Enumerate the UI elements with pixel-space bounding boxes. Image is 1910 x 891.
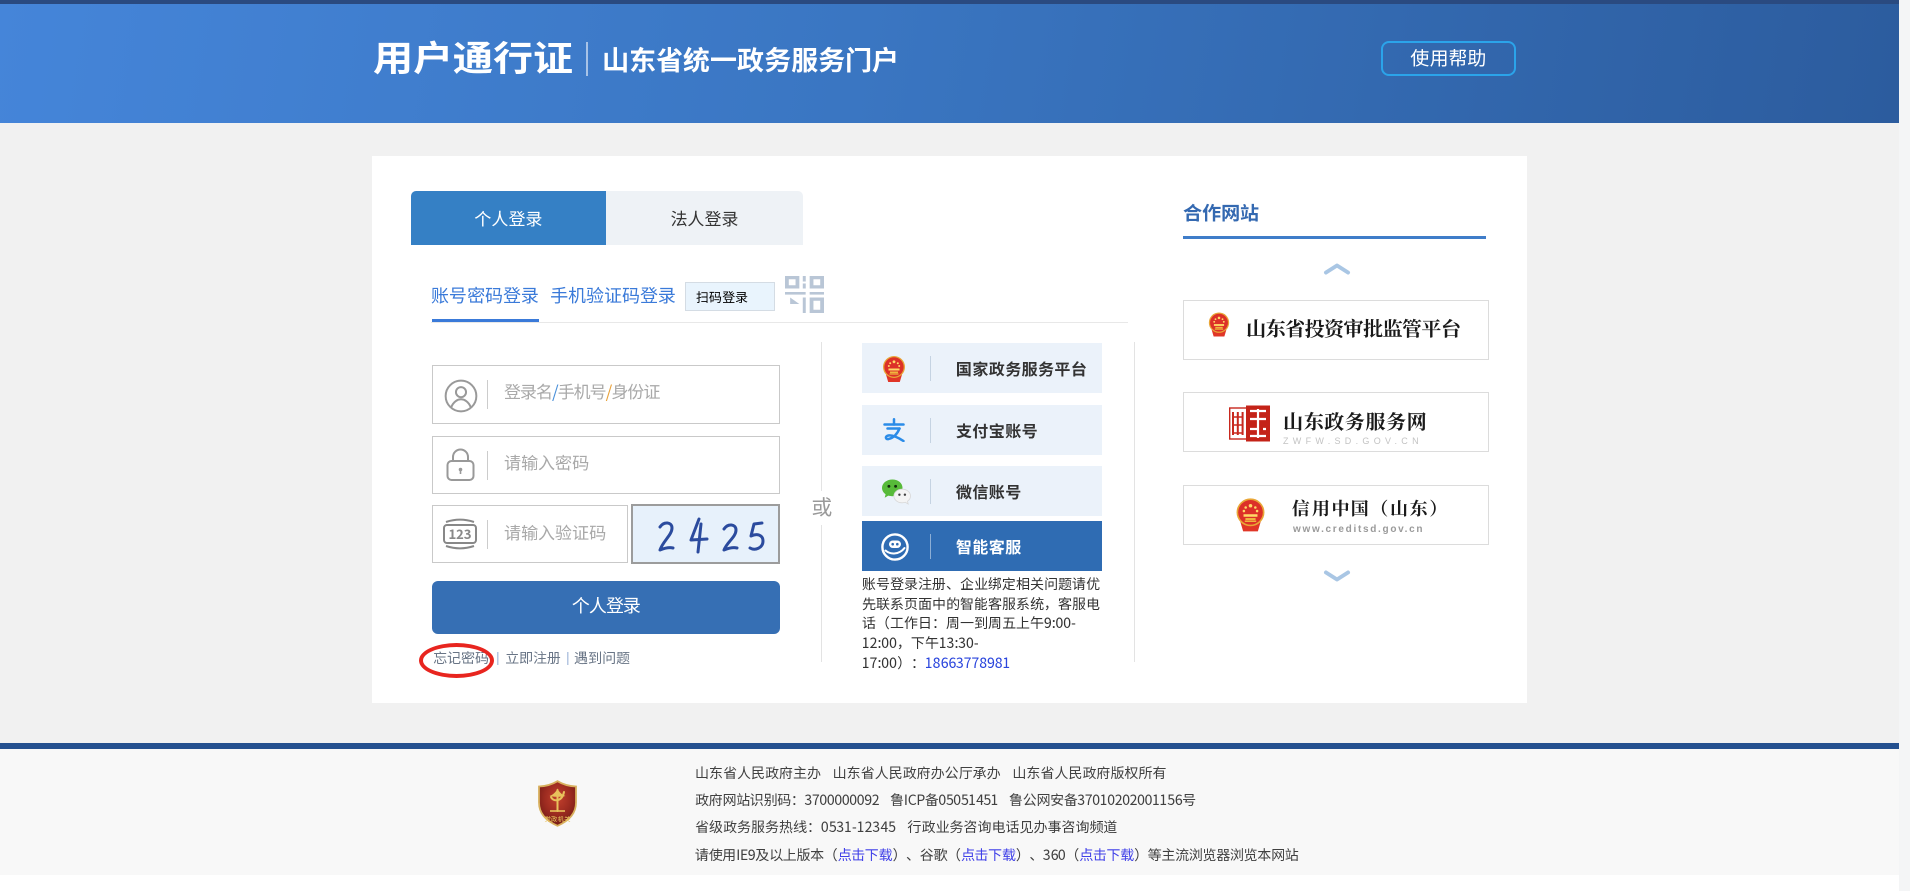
svg-text:123: 123	[448, 524, 471, 543]
svg-text:党政机关: 党政机关	[545, 814, 572, 824]
